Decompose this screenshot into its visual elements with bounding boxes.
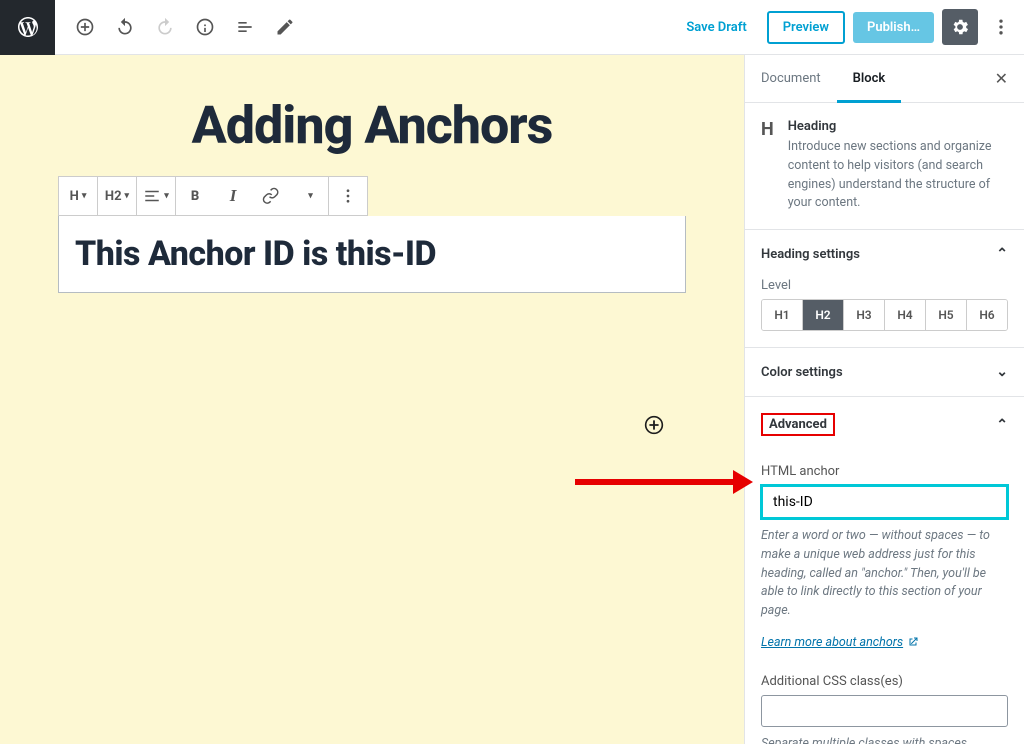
css-help-text: Separate multiple classes with spaces. [761, 735, 1008, 744]
bold-button[interactable]: B [176, 177, 214, 215]
toolbar-right: Save Draft Preview Publish… [674, 9, 1024, 45]
settings-sidebar: Document Block ✕ H Heading Introduce new… [744, 55, 1024, 744]
more-menu-button[interactable] [986, 9, 1016, 45]
edit-button[interactable] [267, 9, 303, 45]
wordpress-logo[interactable] [0, 0, 55, 55]
advanced-panel: Advanced⌃ HTML anchor Enter a word or tw… [745, 397, 1024, 744]
chevron-up-icon: ⌃ [996, 246, 1008, 262]
anchor-input[interactable] [761, 485, 1008, 519]
settings-button[interactable] [942, 9, 978, 45]
chevron-down-icon: ⌄ [996, 364, 1008, 380]
block-type-button[interactable]: H [59, 177, 97, 215]
add-block-button[interactable] [67, 9, 103, 45]
level-h5[interactable]: H5 [926, 300, 967, 330]
external-link-icon [907, 636, 919, 648]
level-h2[interactable]: H2 [803, 300, 844, 330]
save-draft-button[interactable]: Save Draft [674, 12, 758, 43]
heading-settings-panel: Heading settings⌃ Level H1 H2 H3 H4 H5 H… [745, 230, 1024, 348]
tab-block[interactable]: Block [837, 55, 902, 103]
heading-icon: H [761, 119, 774, 213]
heading-settings-toggle[interactable]: Heading settings⌃ [745, 230, 1024, 278]
block-info: H Heading Introduce new sections and org… [745, 103, 1024, 230]
heading-text[interactable]: This Anchor ID is this-ID [58, 216, 686, 293]
italic-button[interactable]: I [214, 177, 252, 215]
redo-button[interactable] [147, 9, 183, 45]
info-button[interactable] [187, 9, 223, 45]
block-name: Heading [788, 119, 1008, 134]
sidebar-tabs: Document Block ✕ [745, 55, 1024, 103]
color-settings-toggle[interactable]: Color settings⌄ [745, 348, 1024, 396]
top-bar: Save Draft Preview Publish… [0, 0, 1024, 55]
learn-more-link[interactable]: Learn more about anchors [761, 635, 919, 650]
block-toolbar: H H2 B I [58, 176, 368, 216]
heading-block: H H2 B I This Anchor ID is this- [58, 176, 686, 293]
undo-button[interactable] [107, 9, 143, 45]
css-classes-input[interactable] [761, 695, 1008, 727]
tab-document[interactable]: Document [745, 55, 837, 103]
anchor-label: HTML anchor [761, 464, 1008, 479]
level-button-group: H1 H2 H3 H4 H5 H6 [761, 299, 1008, 331]
outline-button[interactable] [227, 9, 263, 45]
toolbar-left [55, 9, 303, 45]
level-h3[interactable]: H3 [844, 300, 885, 330]
link-button[interactable] [252, 177, 290, 215]
post-title[interactable]: Adding Anchors [0, 95, 744, 156]
level-h1[interactable]: H1 [762, 300, 803, 330]
add-block-below-icon[interactable] [642, 413, 666, 437]
anchor-help-text: Enter a word or two — without spaces — t… [761, 527, 1008, 621]
align-button[interactable] [137, 177, 175, 215]
css-classes-label: Additional CSS class(es) [761, 674, 1008, 689]
color-settings-panel: Color settings⌄ [745, 348, 1024, 397]
level-label: Level [761, 278, 1008, 293]
close-sidebar-button[interactable]: ✕ [979, 57, 1024, 100]
preview-button[interactable]: Preview [767, 11, 845, 44]
more-formatting-button[interactable] [290, 177, 328, 215]
block-description: Introduce new sections and organize cont… [788, 138, 1008, 213]
editor-canvas: Adding Anchors H H2 B I [0, 55, 744, 744]
chevron-up-icon: ⌃ [996, 417, 1008, 433]
advanced-toggle[interactable]: Advanced⌃ [745, 397, 1024, 452]
main: Adding Anchors H H2 B I [0, 55, 1024, 744]
level-h4[interactable]: H4 [885, 300, 926, 330]
level-h6[interactable]: H6 [967, 300, 1007, 330]
block-more-button[interactable] [329, 177, 367, 215]
publish-button[interactable]: Publish… [853, 12, 934, 43]
heading-level-button[interactable]: H2 [98, 177, 136, 215]
